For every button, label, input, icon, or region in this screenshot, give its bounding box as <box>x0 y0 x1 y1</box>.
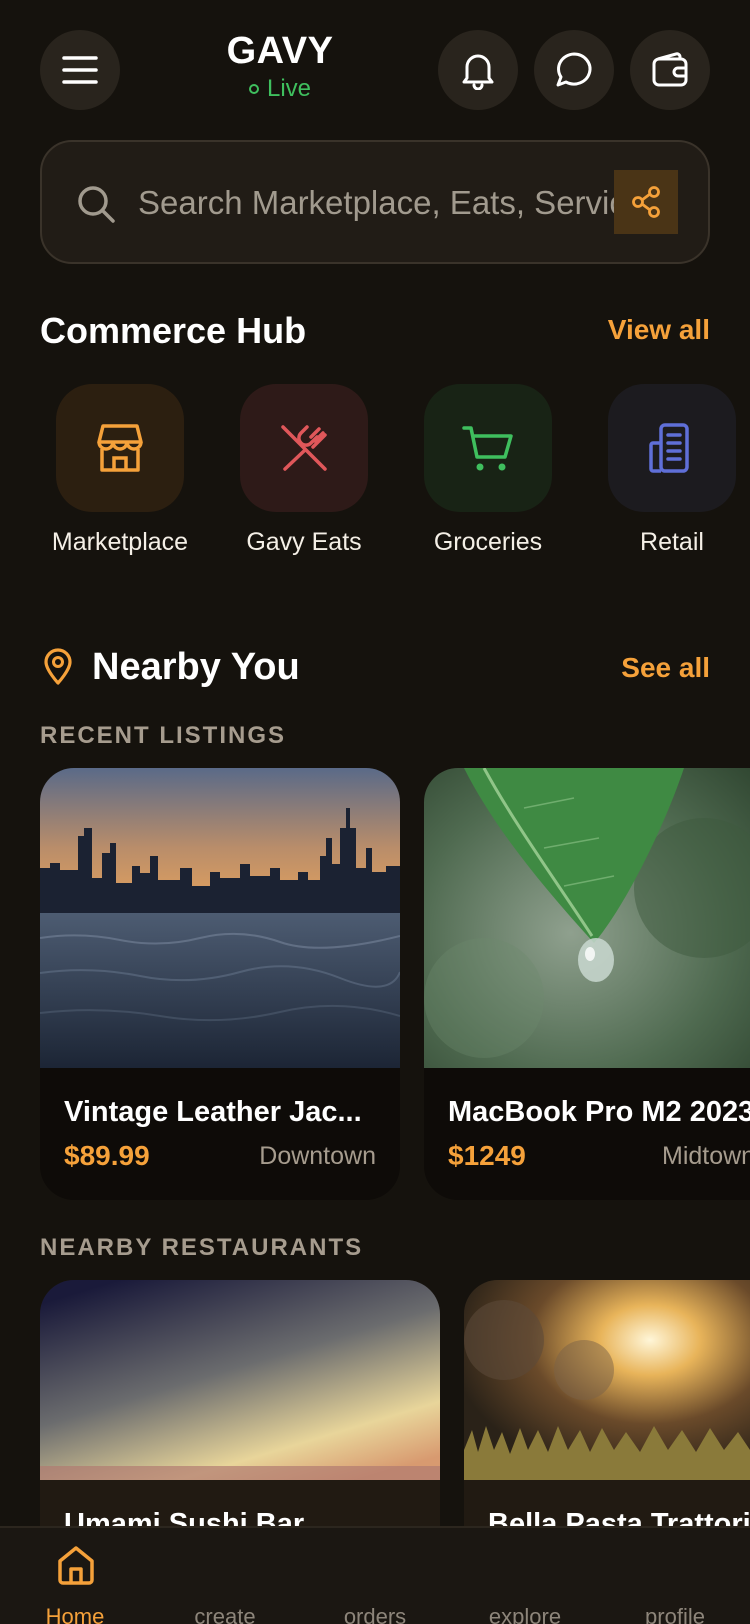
recent-listings-label: RECENT LISTINGS <box>40 722 287 749</box>
home-icon <box>58 1546 94 1585</box>
chat-icon <box>556 52 592 87</box>
tab-label: profile <box>645 1604 705 1624</box>
menu-button[interactable] <box>40 30 120 110</box>
messages-button[interactable] <box>534 30 614 110</box>
tab-label: Home <box>45 1604 105 1624</box>
listing-location: Midtown <box>662 1142 750 1170</box>
building-icon <box>649 423 689 473</box>
category-marketplace[interactable]: Marketplace <box>38 384 202 557</box>
utensils-icon <box>281 425 327 471</box>
listing-price: $1249 <box>448 1140 526 1171</box>
category-gavy-eats[interactable]: Gavy Eats <box>222 384 386 557</box>
search-bar[interactable] <box>40 140 710 264</box>
listing-card[interactable]: Vintage Leather Jac... $89.99 Downtown <box>40 768 400 1200</box>
category-retail[interactable]: Retail <box>590 384 750 557</box>
listing-image-leaf <box>424 768 750 1068</box>
commerce-hub-title: Commerce Hub <box>40 310 307 351</box>
category-tile <box>608 384 736 512</box>
live-status: Live <box>200 74 360 104</box>
nearby-title: Nearby You <box>92 646 300 688</box>
category-groceries[interactable]: Groceries <box>406 384 570 557</box>
nearby-restaurants-label: NEARBY RESTAURANTS <box>40 1234 364 1261</box>
store-icon <box>97 424 143 472</box>
see-all-link[interactable]: See all <box>621 652 710 684</box>
menu-icon <box>62 56 98 84</box>
restaurant-image-sunlight-grass <box>464 1280 750 1480</box>
restaurant-image-sunset-sky <box>40 1280 440 1480</box>
listing-image-city-skyline <box>40 768 400 1068</box>
app-header: GAVY Live <box>0 0 750 130</box>
cart-icon <box>462 426 513 471</box>
live-dot-icon <box>248 84 259 94</box>
tab-profile[interactable]: profile <box>600 1528 750 1624</box>
app-title: GAVY <box>226 30 334 72</box>
tab-label: orders <box>343 1604 407 1624</box>
category-tile <box>424 384 552 512</box>
tab-explore[interactable]: explore <box>450 1528 600 1624</box>
tab-create[interactable]: create <box>150 1528 300 1624</box>
tab-label: explore <box>488 1604 562 1624</box>
category-label: Retail <box>640 528 704 556</box>
share-icon <box>632 186 660 218</box>
category-tile <box>56 384 184 512</box>
view-all-link[interactable]: View all <box>608 314 710 346</box>
bottom-tab-bar: Home create orders explore profile <box>0 1526 750 1624</box>
tab-home[interactable]: Home <box>0 1528 150 1624</box>
bell-icon <box>462 54 494 90</box>
notifications-button[interactable] <box>438 30 518 110</box>
live-status-label: Live <box>266 75 312 102</box>
search-input[interactable] <box>138 178 630 228</box>
listing-location: Downtown <box>259 1142 376 1170</box>
brand: GAVY Live <box>200 28 360 104</box>
wallet-icon <box>652 52 688 87</box>
listing-price: $89.99 <box>64 1140 150 1171</box>
category-label: Gavy Eats <box>246 528 362 556</box>
tab-label: create <box>194 1604 256 1624</box>
share-button[interactable] <box>614 170 678 234</box>
wallet-button[interactable] <box>630 30 710 110</box>
location-pin-icon <box>44 648 72 685</box>
tab-orders[interactable]: orders <box>300 1528 450 1624</box>
listing-card[interactable]: MacBook Pro M2 2023 $1249 Midtown <box>424 768 750 1200</box>
category-tile <box>240 384 368 512</box>
listing-title: MacBook Pro M2 2023 <box>448 1096 750 1128</box>
listing-title: Vintage Leather Jac... <box>64 1096 362 1128</box>
category-label: Groceries <box>433 528 543 556</box>
category-label: Marketplace <box>51 528 189 556</box>
search-icon <box>78 186 115 223</box>
